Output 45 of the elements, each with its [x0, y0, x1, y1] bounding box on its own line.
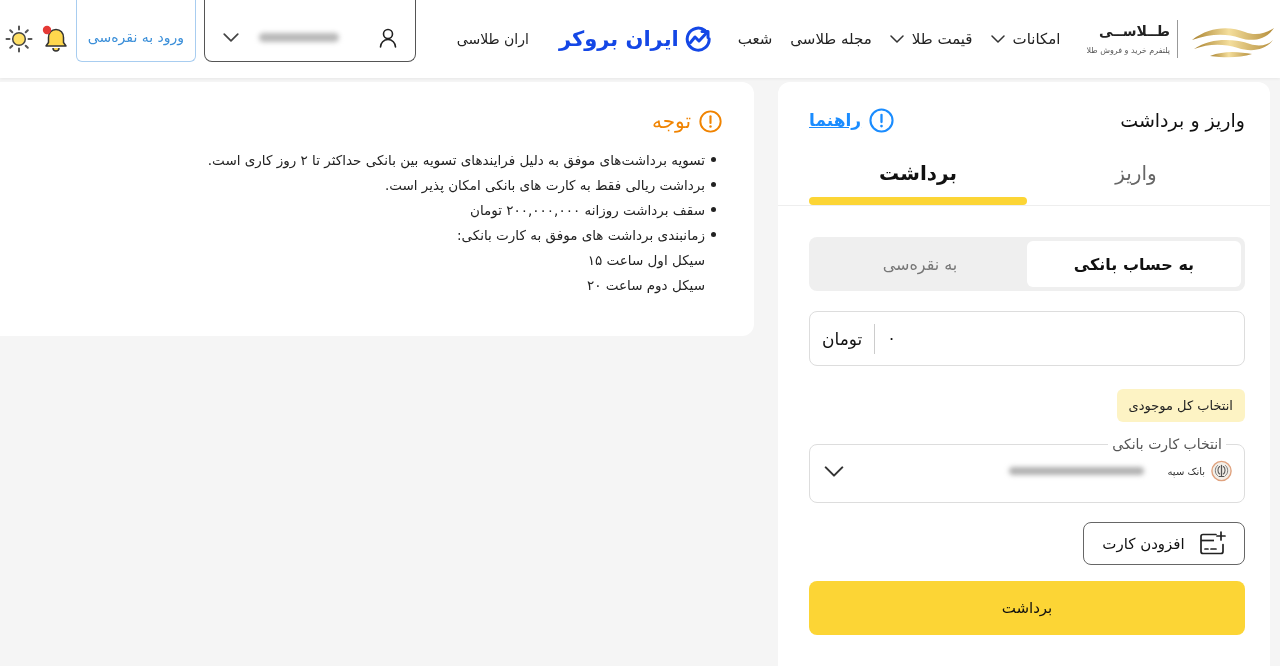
sun-icon[interactable]: [5, 25, 33, 53]
withdraw-button[interactable]: برداشت: [809, 581, 1245, 635]
amount-field[interactable]: تومان ۰: [809, 311, 1245, 366]
partner-logo-link[interactable]: ایران بروکر: [558, 25, 712, 53]
card-plus-icon: [1198, 531, 1226, 556]
nav-menu-item[interactable]: شعب: [737, 28, 773, 50]
bullet-icon: [711, 207, 716, 212]
segment-option[interactable]: به نقره‌سی: [813, 241, 1027, 287]
notice-text: سیکل اول ساعت ۱۵: [587, 251, 705, 268]
chevron-down-icon: [824, 465, 844, 477]
tab[interactable]: برداشت: [809, 145, 1027, 205]
brand-tagline: پلتفرم خرید و فروش طلا: [1086, 46, 1170, 55]
segment-option[interactable]: به حساب بانکی: [1027, 241, 1241, 287]
notice-title: توجه: [652, 109, 691, 133]
info-icon: [869, 107, 895, 133]
brand-name: طــلاســی: [1099, 23, 1170, 39]
chevron-down-icon: [223, 33, 239, 42]
nav-menu-item[interactable]: مجله طلاسی: [790, 28, 872, 50]
bullet-icon: [711, 232, 716, 237]
notice-text: تسویه برداشت‌های موفق به دلیل فرایندهای تسویه بین بانکی حداکثر تا ۲ روز کاری است.: [207, 151, 705, 168]
chart-arrow-icon: [683, 25, 712, 53]
notice-text: زمانبندی برداشت های موفق به کارت بانکی:: [456, 226, 705, 243]
bank-emblem-icon: [1211, 460, 1232, 482]
account-dropdown[interactable]: [204, 0, 416, 62]
warning-icon: [699, 109, 722, 133]
panel-title: واریز و برداشت: [1120, 109, 1245, 131]
header-text: اران طلاسی: [456, 31, 529, 47]
notice-text: سیکل دوم ساعت ۲۰: [586, 276, 705, 293]
bullet-icon: [711, 157, 716, 162]
nav-menu-item[interactable]: امکانات: [990, 28, 1061, 50]
select-all-balance-button[interactable]: انتخاب کل موجودی: [1116, 389, 1245, 422]
user-icon: [379, 27, 397, 48]
nav-menu-item[interactable]: قیمت طلا: [889, 28, 973, 50]
notice-text: سقف برداشت روزانه ۲۰۰,۰۰۰,۰۰۰ تومان: [470, 201, 705, 218]
tab[interactable]: واریز: [1027, 145, 1245, 205]
add-card-button[interactable]: افزودن کارت: [1083, 522, 1245, 565]
currency-label: تومان: [822, 328, 863, 349]
amount-input[interactable]: ۰: [887, 324, 1188, 353]
bell-icon[interactable]: [42, 25, 68, 53]
bank-card-select[interactable]: انتخاب کارت بانکی بانک سپه: [809, 436, 1245, 503]
login-button[interactable]: ورود به نقره‌سی: [76, 0, 196, 62]
bank-name: بانک سپه: [1167, 465, 1205, 477]
field-label: انتخاب کارت بانکی: [1111, 436, 1223, 452]
notice-text: برداشت ریالی فقط به کارت های بانکی امکان پذیر است.: [384, 176, 705, 193]
bullet-icon: [711, 182, 716, 187]
